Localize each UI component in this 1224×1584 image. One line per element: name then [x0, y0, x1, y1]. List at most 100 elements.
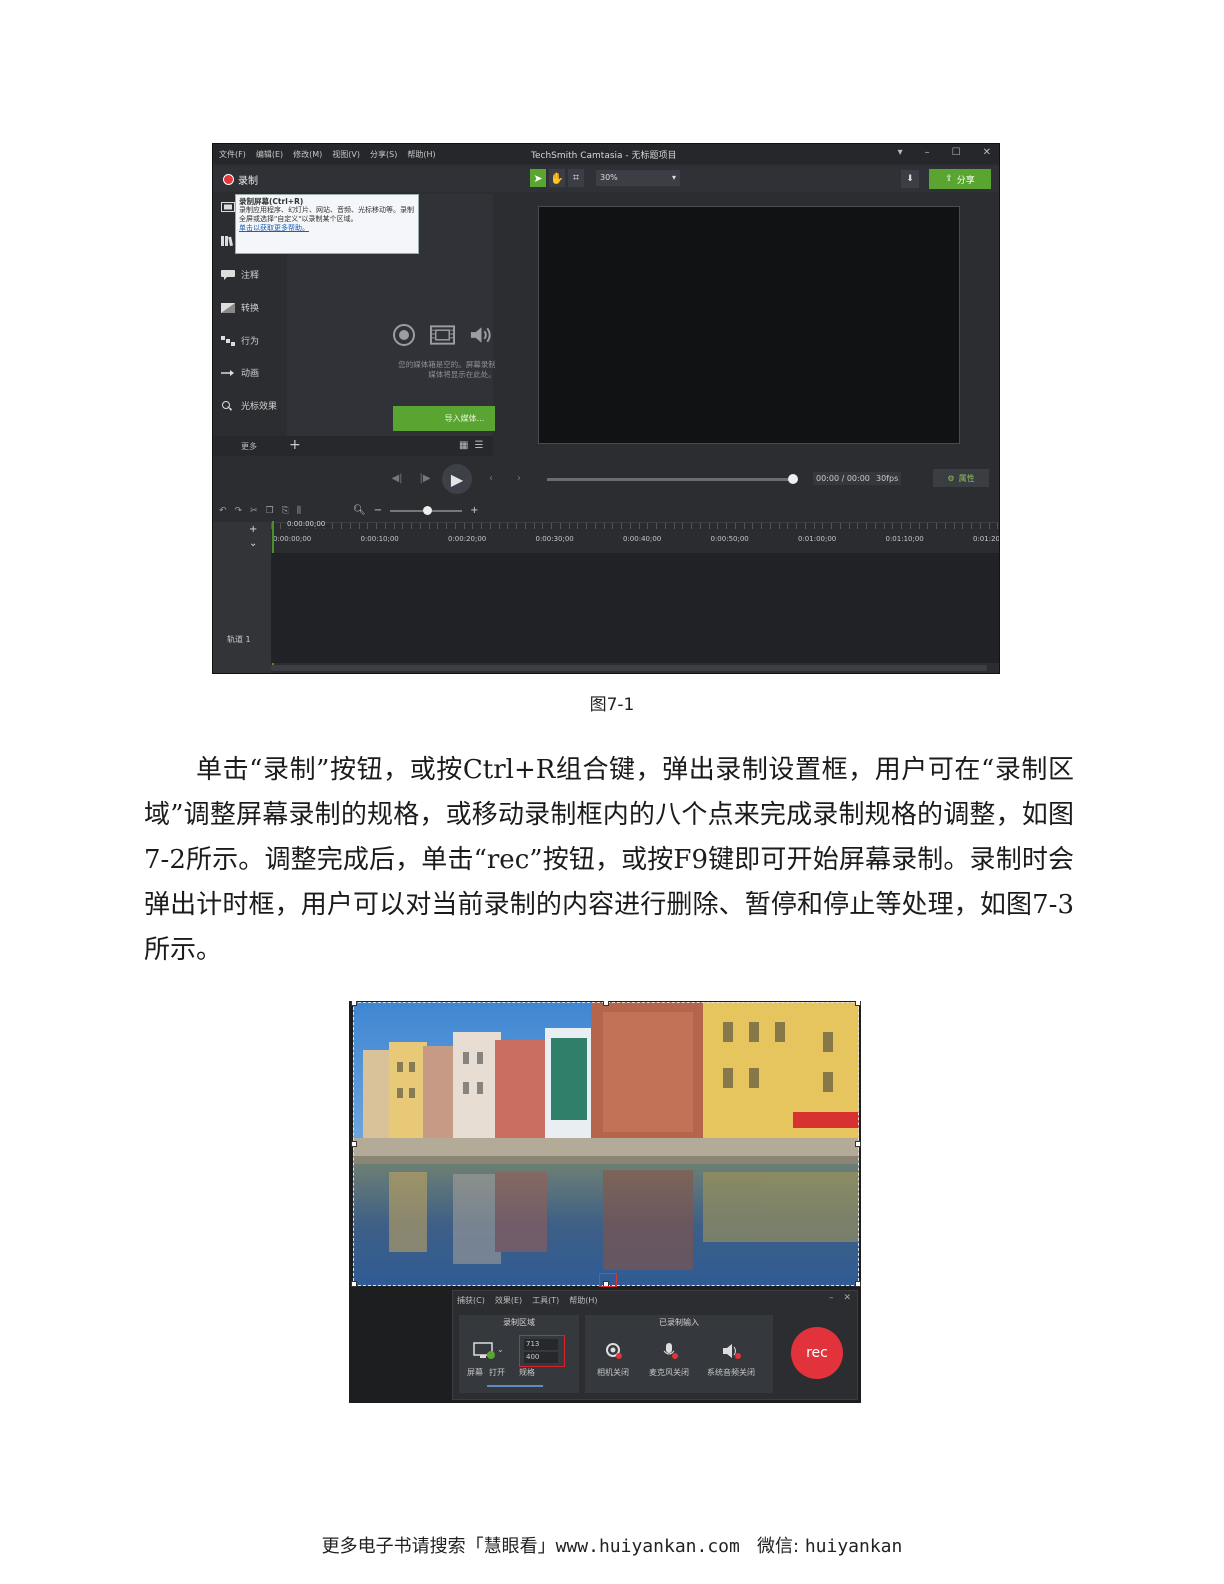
width-input[interactable]: 713 [524, 1339, 558, 1350]
chevron-down-icon: ▾ [671, 173, 676, 182]
ruler-minor-tick [813, 523, 815, 529]
camera-toggle[interactable] [603, 1341, 625, 1361]
add-track-icon[interactable]: + [249, 524, 257, 535]
hand-tool-icon[interactable]: ✋ [549, 169, 565, 187]
microphone-toggle[interactable] [659, 1341, 681, 1361]
ruler-minor-tick [629, 523, 631, 529]
footer-url[interactable]: www.huiyankan.com [556, 1536, 740, 1557]
sidebar-label-behaviors: 行为 [241, 337, 260, 347]
zoom-out-icon[interactable]: − [374, 505, 382, 516]
ruler-minor-tick [612, 523, 614, 529]
share-button[interactable]: ⇪ 分享 [929, 169, 991, 189]
prev-marker-icon[interactable]: ‹ [482, 469, 500, 487]
crop-tool-icon[interactable]: ⌗ [568, 169, 584, 187]
menu-modify[interactable]: 修改(M) [293, 149, 322, 160]
step-back-icon[interactable]: ◀| [388, 469, 406, 487]
split-icon[interactable]: ⫼ [297, 506, 301, 516]
dropdown-caret[interactable]: ⌄ [497, 1345, 504, 1354]
camera-icon [606, 1343, 622, 1359]
add-icon[interactable]: + [289, 437, 301, 453]
region-title: 录制区域 [503, 1318, 535, 1327]
recorder-menu: 捕获(C) 效果(E) 工具(T) 帮助(H) [457, 1295, 598, 1306]
ruler-minor-tick [839, 523, 841, 529]
close-icon[interactable]: ✕ [843, 1293, 851, 1303]
timeline-track-area[interactable] [271, 553, 999, 663]
list-view-icon[interactable]: ☰ [474, 440, 483, 451]
minimize-icon[interactable]: – [829, 1293, 834, 1303]
undo-icon[interactable]: ↶ [219, 506, 227, 516]
zoom-in-icon[interactable]: + [470, 505, 478, 516]
sidebar-item-library[interactable] [221, 236, 235, 246]
redo-icon[interactable]: ↷ [235, 506, 243, 516]
minimize-icon[interactable]: – [925, 147, 930, 158]
timeline-ruler[interactable]: 0:00:00;00 0:00:10;00 0:00:20;00 0:00:30… [271, 522, 999, 553]
paste-icon[interactable]: ⎘ [282, 506, 289, 516]
ruler-minor-tick [367, 523, 369, 529]
tooltip-title: 录制屏幕(Ctrl+R) [239, 197, 304, 206]
resize-handle[interactable] [351, 1281, 357, 1287]
scrub-handle[interactable] [788, 474, 798, 484]
track-header-column: + ⌄ 轨道 1 [213, 522, 271, 673]
screen-toggle[interactable] [473, 1341, 495, 1361]
select-tool-icon[interactable]: ➤ [530, 169, 546, 187]
tooltip-help-link[interactable]: 单击以获取更多帮助。 [239, 224, 415, 233]
menu-edit[interactable]: 编辑(E) [256, 149, 283, 160]
rec-button[interactable]: rec [791, 1327, 843, 1379]
sidebar-item-behaviors[interactable]: 行为 [221, 334, 259, 347]
maximize-icon[interactable]: ☐ [952, 147, 961, 158]
resize-handle[interactable] [855, 1281, 861, 1287]
recording-area-frame[interactable] [353, 1002, 859, 1286]
video-media-icon [430, 322, 455, 347]
resize-handle[interactable] [351, 1141, 357, 1147]
sidebar-item-animations[interactable]: 动画 [221, 366, 259, 379]
timeline-zoom-slider[interactable] [390, 505, 463, 515]
menu-effects[interactable]: 效果(E) [495, 1295, 522, 1306]
system-audio-toggle[interactable] [721, 1341, 743, 1361]
sidebar-item-cursor-effects[interactable]: 光标效果 [221, 399, 277, 412]
grid-view-icon[interactable]: ▦ [459, 440, 468, 451]
properties-button[interactable]: ⚙ 属性 [933, 469, 989, 487]
next-marker-icon[interactable]: › [510, 469, 528, 487]
ruler-tick: 0:01:10;00 [885, 535, 924, 543]
timeline-scrollbar[interactable] [271, 665, 987, 671]
play-button[interactable]: ▶ [442, 464, 472, 494]
zoom-slider-handle[interactable] [423, 505, 433, 515]
ruler-minor-tick [279, 523, 281, 529]
cut-icon[interactable]: ✂ [250, 506, 258, 516]
sidebar-item-record[interactable] [221, 202, 235, 212]
more-button[interactable]: 更多 [241, 441, 257, 452]
sidebar-item-transitions[interactable]: 转换 [221, 301, 259, 314]
menu-capture[interactable]: 捕获(C) [457, 1295, 485, 1306]
download-icon[interactable]: ⬇ [901, 170, 919, 188]
collapse-icon[interactable]: ⌄ [249, 538, 257, 549]
menu-view[interactable]: 视图(V) [332, 149, 360, 160]
resize-handle[interactable] [855, 1001, 861, 1006]
ruler-minor-tick [638, 523, 640, 529]
copy-icon[interactable]: ❐ [266, 506, 274, 516]
record-tooltip: 录制屏幕(Ctrl+R) 录制应用程序、幻灯片、网站、音频、光标移动等。录制全屏… [235, 194, 419, 254]
title-bar: 文件(F) 编辑(E) 修改(M) 视图(V) 分享(S) 帮助(H) Tech… [213, 144, 999, 164]
ruler-minor-tick [769, 523, 771, 529]
resize-handle[interactable] [351, 1001, 357, 1006]
preview-canvas[interactable] [538, 206, 960, 444]
menu-tools[interactable]: 工具(T) [532, 1295, 559, 1306]
zoom-select[interactable]: 30% ▾ [596, 170, 680, 186]
dropdown-icon[interactable]: ▾ [898, 147, 903, 158]
height-input[interactable]: 400 [524, 1352, 558, 1363]
resize-handle[interactable] [603, 1001, 609, 1006]
close-icon[interactable]: ✕ [983, 147, 991, 158]
scrub-bar[interactable] [547, 478, 793, 481]
sidebar-item-annotations[interactable]: 注释 [221, 268, 259, 281]
menu-help[interactable]: 帮助(H) [407, 149, 435, 160]
ruler-minor-tick [953, 523, 955, 529]
ruler-minor-tick [402, 523, 404, 529]
ruler-minor-tick [874, 523, 876, 529]
menu-share[interactable]: 分享(S) [370, 149, 397, 160]
record-button[interactable]: 录制 [217, 170, 264, 188]
menu-file[interactable]: 文件(F) [219, 149, 246, 160]
step-forward-icon[interactable]: |▶ [416, 469, 434, 487]
ruler-minor-tick [743, 523, 745, 529]
menu-help[interactable]: 帮助(H) [569, 1295, 597, 1306]
area-slider[interactable] [487, 1385, 543, 1387]
resize-handle[interactable] [855, 1141, 861, 1147]
